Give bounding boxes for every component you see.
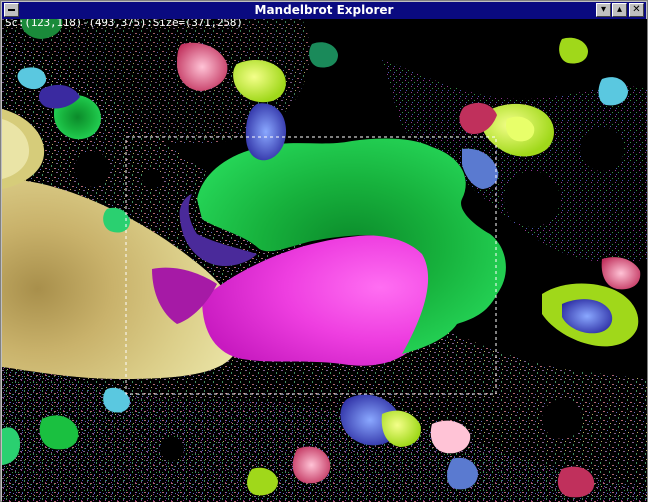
title-bar[interactable]: Mandelbrot Explorer ▾ ▴ ✕ <box>2 2 646 19</box>
maximize-icon[interactable]: ▴ <box>612 3 627 17</box>
minimize-icon[interactable]: ▾ <box>596 3 611 17</box>
selection-readout: Sc:(123,118)-(493,375):Size=(371,258) <box>5 19 243 29</box>
fractal-image[interactable] <box>2 19 647 502</box>
window-title: Mandelbrot Explorer <box>254 3 394 17</box>
fractal-canvas[interactable]: Sc:(123,118)-(493,375):Size=(371,258) <box>2 19 647 502</box>
close-icon[interactable]: ✕ <box>629 3 644 17</box>
app-window: Mandelbrot Explorer ▾ ▴ ✕ Sc:(123,118)-(… <box>0 0 648 502</box>
